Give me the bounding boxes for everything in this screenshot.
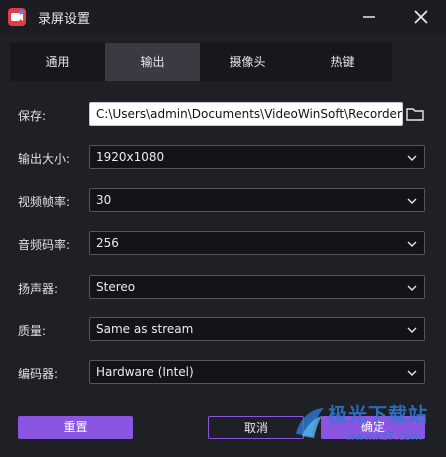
chevron-down-icon [407,241,417,247]
window-title: 录屏设置 [38,12,91,27]
quality-select[interactable]: Same as stream [89,317,425,341]
folder-icon[interactable] [405,104,425,124]
audio-bitrate-select[interactable]: 256 [89,231,425,255]
encoder-label: 编码器: [18,367,59,381]
minimize-icon[interactable] [358,6,380,28]
settings-window: 录屏设置 通用 输出 摄像头 热键 保存: C:\Users\admin\Doc… [0,0,446,457]
tab-camera[interactable]: 摄像头 [200,43,295,81]
encoder-value: Hardware (Intel) [96,365,194,379]
chevron-down-icon [407,285,417,291]
resolution-label: 输出大小: [18,152,71,166]
encoder-select[interactable]: Hardware (Intel) [89,360,425,384]
quality-value: Same as stream [96,322,194,336]
speaker-label: 扬声器: [18,282,59,296]
save-path-value: C:\Users\admin\Documents\VideoWinSoft\Re… [96,107,402,121]
reset-button[interactable]: 重置 [18,416,133,439]
chevron-down-icon [407,155,417,161]
close-icon[interactable] [410,6,432,28]
cancel-button[interactable]: 取消 [208,416,304,439]
audio-bitrate-label: 音频码率: [18,238,71,252]
resolution-value: 1920x1080 [96,150,165,164]
tab-output[interactable]: 输出 [105,43,200,81]
tab-general[interactable]: 通用 [10,43,105,81]
speaker-value: Stereo [96,280,136,294]
tab-bar: 通用 输出 摄像头 热键 [10,43,392,81]
quality-label: 质量: [18,324,47,338]
speaker-select[interactable]: Stereo [89,275,425,299]
chevron-down-icon [407,198,417,204]
tab-hotkeys[interactable]: 热键 [295,43,390,81]
chevron-down-icon [407,370,417,376]
title-bar: 录屏设置 [0,0,446,34]
frame-rate-value: 30 [96,193,112,207]
chevron-down-icon [407,327,417,333]
save-label: 保存: [18,109,47,123]
save-path-input[interactable]: C:\Users\admin\Documents\VideoWinSoft\Re… [89,102,403,126]
app-record-icon [8,8,26,26]
resolution-select[interactable]: 1920x1080 [89,145,425,169]
frame-rate-select[interactable]: 30 [89,188,425,212]
frame-rate-label: 视频帧率: [18,195,71,209]
ok-button[interactable]: 确定 [321,416,425,439]
audio-bitrate-value: 256 [96,236,119,250]
